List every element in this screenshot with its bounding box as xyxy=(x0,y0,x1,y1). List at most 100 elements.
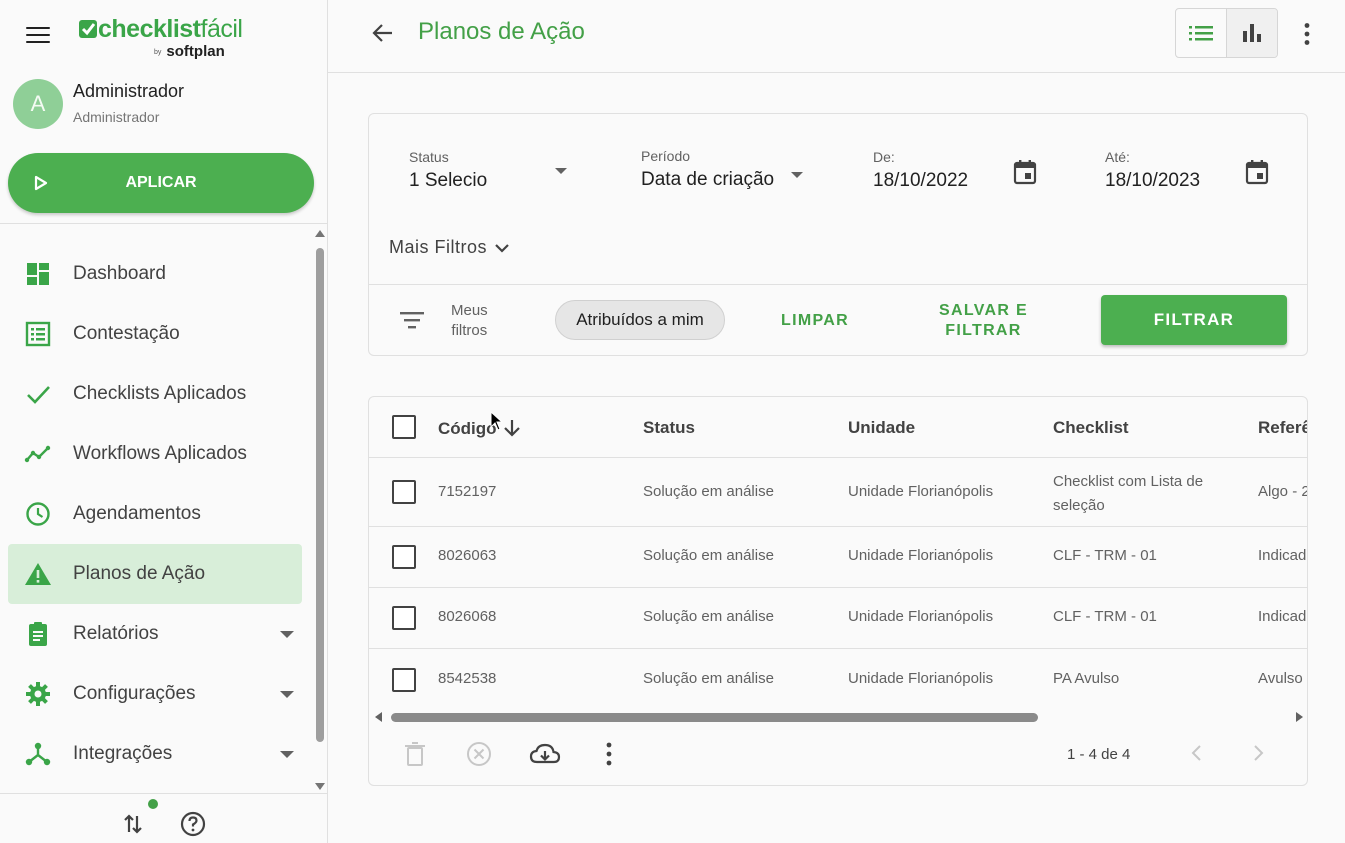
integration-icon xyxy=(25,742,51,766)
calendar-icon[interactable] xyxy=(1013,159,1037,185)
chart-view-button[interactable] xyxy=(1226,9,1277,57)
chevron-left-icon[interactable] xyxy=(1187,743,1207,763)
calendar-icon[interactable] xyxy=(1245,159,1269,185)
column-header-referencia[interactable]: Referência xyxy=(1258,418,1307,438)
table-row[interactable]: 7152197 Solução em análise Unidade Flori… xyxy=(369,458,1307,527)
cell-codigo: 8542538 xyxy=(438,670,497,687)
row-checkbox[interactable] xyxy=(392,480,416,504)
row-checkbox[interactable] xyxy=(392,545,416,569)
column-header-codigo[interactable]: Código xyxy=(438,418,521,439)
scrollbar-thumb[interactable] xyxy=(316,248,324,742)
menu-icon[interactable] xyxy=(26,27,50,45)
list-alt-icon xyxy=(25,321,51,347)
divider xyxy=(369,284,1307,285)
sidebar-item-checklists-aplicados[interactable]: Checklists Aplicados xyxy=(8,364,302,424)
table-row[interactable]: 8026068 Solução em análise Unidade Flori… xyxy=(369,588,1307,649)
sidebar-item-planos-de-acao[interactable]: Planos de Ação xyxy=(8,544,302,604)
cell-checklist: CLF - TRM - 01 xyxy=(1053,547,1157,564)
scroll-down-icon[interactable] xyxy=(315,783,325,790)
cell-unidade: Unidade Florianópolis xyxy=(848,483,994,500)
chevron-down-icon[interactable] xyxy=(280,751,294,758)
action-plans-table: Código Status Unidade Checklist Referênc… xyxy=(368,396,1308,786)
save-and-filter-button[interactable]: SALVAR E FILTRAR xyxy=(939,301,1028,341)
warning-icon xyxy=(25,563,51,585)
sidebar-item-dashboard[interactable]: Dashboard xyxy=(8,244,302,304)
column-header-status[interactable]: Status xyxy=(643,418,695,438)
scroll-right-icon[interactable] xyxy=(1296,712,1303,722)
sidebar-item-agendamentos[interactable]: Agendamentos xyxy=(8,484,302,544)
scroll-up-icon[interactable] xyxy=(315,230,325,237)
more-vert-icon[interactable] xyxy=(1303,22,1311,46)
cell-status: Solução em análise xyxy=(643,608,774,625)
app-logo: checklistfácil by softplan xyxy=(78,15,243,60)
cell-checklist: Checklist com Lista de seleção xyxy=(1053,473,1204,514)
table-header-row: Código Status Unidade Checklist Referênc… xyxy=(369,397,1307,458)
scroll-left-icon[interactable] xyxy=(375,712,382,722)
chevron-right-icon[interactable] xyxy=(1248,743,1268,763)
help-icon[interactable] xyxy=(180,811,206,837)
play-icon xyxy=(34,175,48,191)
clipboard-icon xyxy=(29,622,47,646)
pagination-range: 1 - 4 de 4 xyxy=(1067,746,1131,763)
column-header-checklist[interactable]: Checklist xyxy=(1053,418,1129,438)
assigned-to-me-chip[interactable]: Atribuídos a mim xyxy=(555,300,725,340)
status-select[interactable]: 1 Selecionado xyxy=(409,170,487,192)
chevron-down-icon[interactable] xyxy=(280,631,294,638)
user-name: Administrador xyxy=(73,81,185,101)
date-from-field[interactable]: 18/10/2022 xyxy=(873,170,968,192)
notification-dot xyxy=(148,799,158,809)
chevron-down-icon[interactable] xyxy=(280,691,294,698)
timeline-icon xyxy=(24,445,51,463)
my-filters-button[interactable]: Meus filtros xyxy=(451,301,488,341)
apply-button[interactable]: APLICAR xyxy=(8,153,314,213)
column-header-unidade[interactable]: Unidade xyxy=(848,418,915,438)
cell-status: Solução em análise xyxy=(643,483,774,500)
arrow-back-icon[interactable] xyxy=(371,21,395,45)
chevron-down-icon[interactable] xyxy=(555,168,567,174)
divider xyxy=(0,223,327,224)
select-all-checkbox[interactable] xyxy=(392,415,416,439)
cell-referencia: Indicad xyxy=(1258,547,1307,564)
mouse-cursor-icon xyxy=(490,411,504,431)
user-role: Administrador xyxy=(73,109,160,125)
periodo-select[interactable]: Data de criação xyxy=(641,169,774,191)
logo-check-icon xyxy=(79,20,97,38)
scrollbar-thumb[interactable] xyxy=(391,713,1038,722)
clear-button[interactable]: LIMPAR xyxy=(781,311,849,331)
sidebar-item-workflows-aplicados[interactable]: Workflows Aplicados xyxy=(8,424,302,484)
row-checkbox[interactable] xyxy=(392,606,416,630)
delete-icon[interactable] xyxy=(402,741,428,767)
table-row[interactable]: 8026063 Solução em análise Unidade Flori… xyxy=(369,527,1307,588)
page-header: Planos de Ação xyxy=(328,0,1345,73)
cell-unidade: Unidade Florianópolis xyxy=(848,670,994,687)
bar-chart-icon xyxy=(1243,24,1261,42)
sidebar-item-configuracoes[interactable]: Configurações xyxy=(8,664,302,724)
more-vert-icon[interactable] xyxy=(605,741,613,767)
cell-referencia: Avulso xyxy=(1258,670,1303,687)
sidebar-scrollbar[interactable] xyxy=(314,230,326,790)
cell-codigo: 7152197 xyxy=(438,483,497,500)
date-to-field[interactable]: 18/10/2023 xyxy=(1105,170,1200,192)
chevron-down-icon[interactable] xyxy=(791,172,803,178)
cell-codigo: 8026063 xyxy=(438,547,497,564)
table-row[interactable]: 8542538 Solução em análise Unidade Flori… xyxy=(369,649,1307,710)
cloud-download-icon[interactable] xyxy=(529,741,561,767)
cell-checklist: PA Avulso xyxy=(1053,670,1120,687)
more-filters-toggle[interactable]: Mais Filtros xyxy=(389,237,509,258)
arrow-downward-icon[interactable] xyxy=(503,418,521,438)
filter-button[interactable]: FILTRAR xyxy=(1101,295,1287,345)
sidebar-item-integracoes[interactable]: Integrações xyxy=(8,724,302,784)
sidebar-item-contestacao[interactable]: Contestação xyxy=(8,304,302,364)
list-icon xyxy=(1189,26,1213,41)
sidebar: checklistfácil by softplan A Administrado… xyxy=(0,0,328,843)
avatar[interactable]: A xyxy=(13,79,63,129)
date-from-label: De: xyxy=(873,149,895,165)
swap-vert-icon[interactable] xyxy=(122,812,144,836)
filter-list-icon[interactable] xyxy=(399,310,425,330)
table-horizontal-scrollbar[interactable] xyxy=(369,710,1307,724)
cell-unidade: Unidade Florianópolis xyxy=(848,608,994,625)
sidebar-item-relatorios[interactable]: Relatórios xyxy=(8,604,302,664)
cancel-icon[interactable] xyxy=(466,741,492,767)
row-checkbox[interactable] xyxy=(392,668,416,692)
list-view-button[interactable] xyxy=(1176,9,1226,57)
